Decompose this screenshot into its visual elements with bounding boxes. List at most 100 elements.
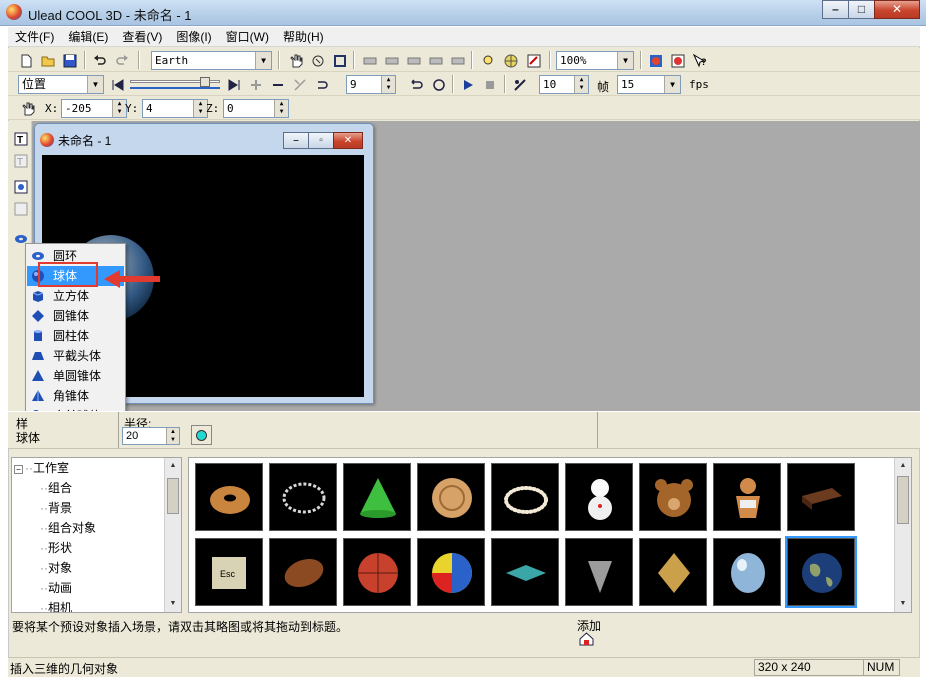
render-quality-4-button[interactable] [426, 51, 444, 69]
thumb-esc-key[interactable]: Esc [195, 538, 263, 606]
render-quality-1-button[interactable] [360, 51, 378, 69]
light-button[interactable] [478, 51, 496, 69]
export-button[interactable] [646, 51, 664, 69]
frame-number-input[interactable]: 9 ▲ ▼ [346, 75, 396, 94]
spin-arrows-icon[interactable]: ▲ ▼ [166, 428, 179, 444]
tree-item-background[interactable]: ··背景 [40, 498, 72, 518]
scroll-down-icon[interactable]: ▼ [897, 598, 909, 610]
menu-item-cube[interactable]: 立方体 [27, 286, 124, 306]
scroll-up-icon[interactable]: ▲ [897, 460, 909, 472]
menu-image[interactable]: 图像(I) [169, 28, 218, 46]
insert-text-button[interactable]: T [11, 129, 29, 147]
menu-help[interactable]: 帮助(H) [276, 28, 331, 46]
render-quality-5-button[interactable] [448, 51, 466, 69]
pingpong-button[interactable] [429, 75, 447, 93]
menu-view[interactable]: 查看(V) [115, 28, 169, 46]
close-button[interactable]: ✕ [874, 0, 920, 19]
prev-frame-button[interactable] [108, 86, 126, 96]
menu-item-single-cone[interactable]: 单圆锥体 [27, 366, 124, 386]
maximize-button[interactable]: □ [848, 0, 875, 19]
thumb-gingerbread[interactable] [713, 463, 781, 531]
position-tool-button[interactable] [18, 99, 36, 117]
tree-scrollbar[interactable]: ▲ ▼ [164, 458, 181, 612]
x-input[interactable]: -205 ▲ ▼ [61, 99, 127, 118]
menu-window[interactable]: 窗口(W) [219, 28, 276, 46]
zoom-select[interactable]: 100% ▼ [556, 51, 634, 70]
attribute-select[interactable]: 位置 ▼ [18, 75, 104, 94]
thumb-glass-sphere[interactable] [713, 538, 781, 606]
edit-text-button[interactable]: T [11, 151, 29, 169]
menu-item-cone[interactable]: 圆锥体 [27, 306, 124, 326]
fps-select[interactable]: 15 ▼ [617, 75, 681, 94]
spin-arrows-icon[interactable]: ▲ ▼ [274, 100, 288, 117]
minimize-button[interactable]: – [822, 0, 849, 19]
render-quality-3-button[interactable] [404, 51, 422, 69]
tree-root-studio[interactable]: − ··工作室 [14, 458, 69, 478]
doc-close-button[interactable]: ✕ [333, 132, 363, 149]
save-button[interactable] [60, 51, 78, 69]
y-input[interactable]: 4 ▲ ▼ [142, 99, 208, 118]
thumb-cone-drill[interactable] [565, 538, 633, 606]
spin-arrows-icon[interactable]: ▲ ▼ [381, 76, 395, 93]
doc-minimize-button[interactable]: – [283, 132, 309, 149]
scroll-thumb[interactable] [167, 478, 179, 514]
help-button[interactable]: ? [690, 51, 708, 69]
thumb-ring[interactable] [269, 463, 337, 531]
thumb-donut[interactable] [195, 463, 263, 531]
scroll-down-icon[interactable]: ▼ [167, 598, 179, 610]
paint-button[interactable] [524, 51, 542, 69]
thumb-earth-globe[interactable] [785, 536, 857, 608]
color-picker-button[interactable] [191, 425, 212, 445]
tree-item-camera[interactable]: ··相机 [40, 598, 72, 612]
remove-keyframe-button[interactable] [268, 75, 286, 93]
rotate-object-button[interactable] [308, 51, 326, 69]
frame-slider[interactable] [130, 77, 220, 91]
insert-graphic-button[interactable] [11, 177, 29, 195]
menu-file[interactable]: 文件(F) [8, 28, 61, 46]
gallery-scrollbar[interactable]: ▲ ▼ [894, 458, 911, 612]
thumb-football[interactable] [269, 538, 337, 606]
menu-item-frustum[interactable]: 平截头体 [27, 346, 124, 366]
z-input[interactable]: 0 ▲ ▼ [223, 99, 289, 118]
size-object-button[interactable] [330, 51, 348, 69]
doc-maximize-button[interactable]: ▫ [308, 132, 334, 149]
thumb-pastry[interactable] [417, 463, 485, 531]
loop-button[interactable] [406, 75, 424, 93]
move-object-button[interactable] [286, 51, 304, 69]
thumb-diamond-face[interactable] [639, 538, 707, 606]
thumb-pearl-necklace[interactable] [491, 463, 559, 531]
menu-edit[interactable]: 编辑(E) [61, 28, 115, 46]
add-keyframe-button[interactable] [246, 75, 264, 93]
menu-item-cylinder[interactable]: 圆柱体 [27, 326, 124, 346]
next-frame-button[interactable] [224, 75, 242, 93]
stop-button[interactable] [480, 75, 498, 93]
thumb-snowman[interactable] [565, 463, 633, 531]
web-button[interactable] [668, 51, 686, 69]
thumb-spinning-top[interactable] [491, 538, 559, 606]
tree-item-group-object[interactable]: ··组合对象 [40, 518, 96, 538]
globe-button[interactable] [501, 51, 519, 69]
render-quality-2-button[interactable] [382, 51, 400, 69]
tree-item-combination[interactable]: ··组合 [40, 478, 72, 498]
tree-item-animation[interactable]: ··动画 [40, 578, 72, 598]
split-keyframe-button[interactable] [290, 75, 308, 93]
thumb-basketball[interactable] [343, 538, 411, 606]
collapse-icon[interactable]: − [14, 465, 23, 474]
undo-button[interactable] [90, 51, 108, 69]
scroll-up-icon[interactable]: ▲ [167, 460, 179, 472]
thumb-chocolate-bar[interactable] [787, 463, 855, 531]
reverse-button[interactable] [312, 75, 330, 93]
slider-thumb[interactable] [200, 77, 210, 87]
thumb-bear[interactable] [639, 463, 707, 531]
add-to-library-icon[interactable] [579, 632, 594, 646]
keyframe-input[interactable]: 10 ▲ ▼ [539, 75, 589, 94]
thumb-beach-ball[interactable] [417, 538, 485, 606]
menu-item-pyramid[interactable]: 角锥体 [27, 386, 124, 406]
font-select[interactable]: Earth ▼ [151, 51, 272, 70]
spin-arrows-icon[interactable]: ▲ ▼ [574, 76, 588, 93]
radius-input[interactable]: 20 ▲ ▼ [122, 427, 180, 445]
tree-item-object[interactable]: ··对象 [40, 558, 72, 578]
thumb-green-cone[interactable] [343, 463, 411, 531]
edit-graphic-button[interactable] [11, 199, 29, 217]
scroll-thumb[interactable] [897, 476, 909, 524]
